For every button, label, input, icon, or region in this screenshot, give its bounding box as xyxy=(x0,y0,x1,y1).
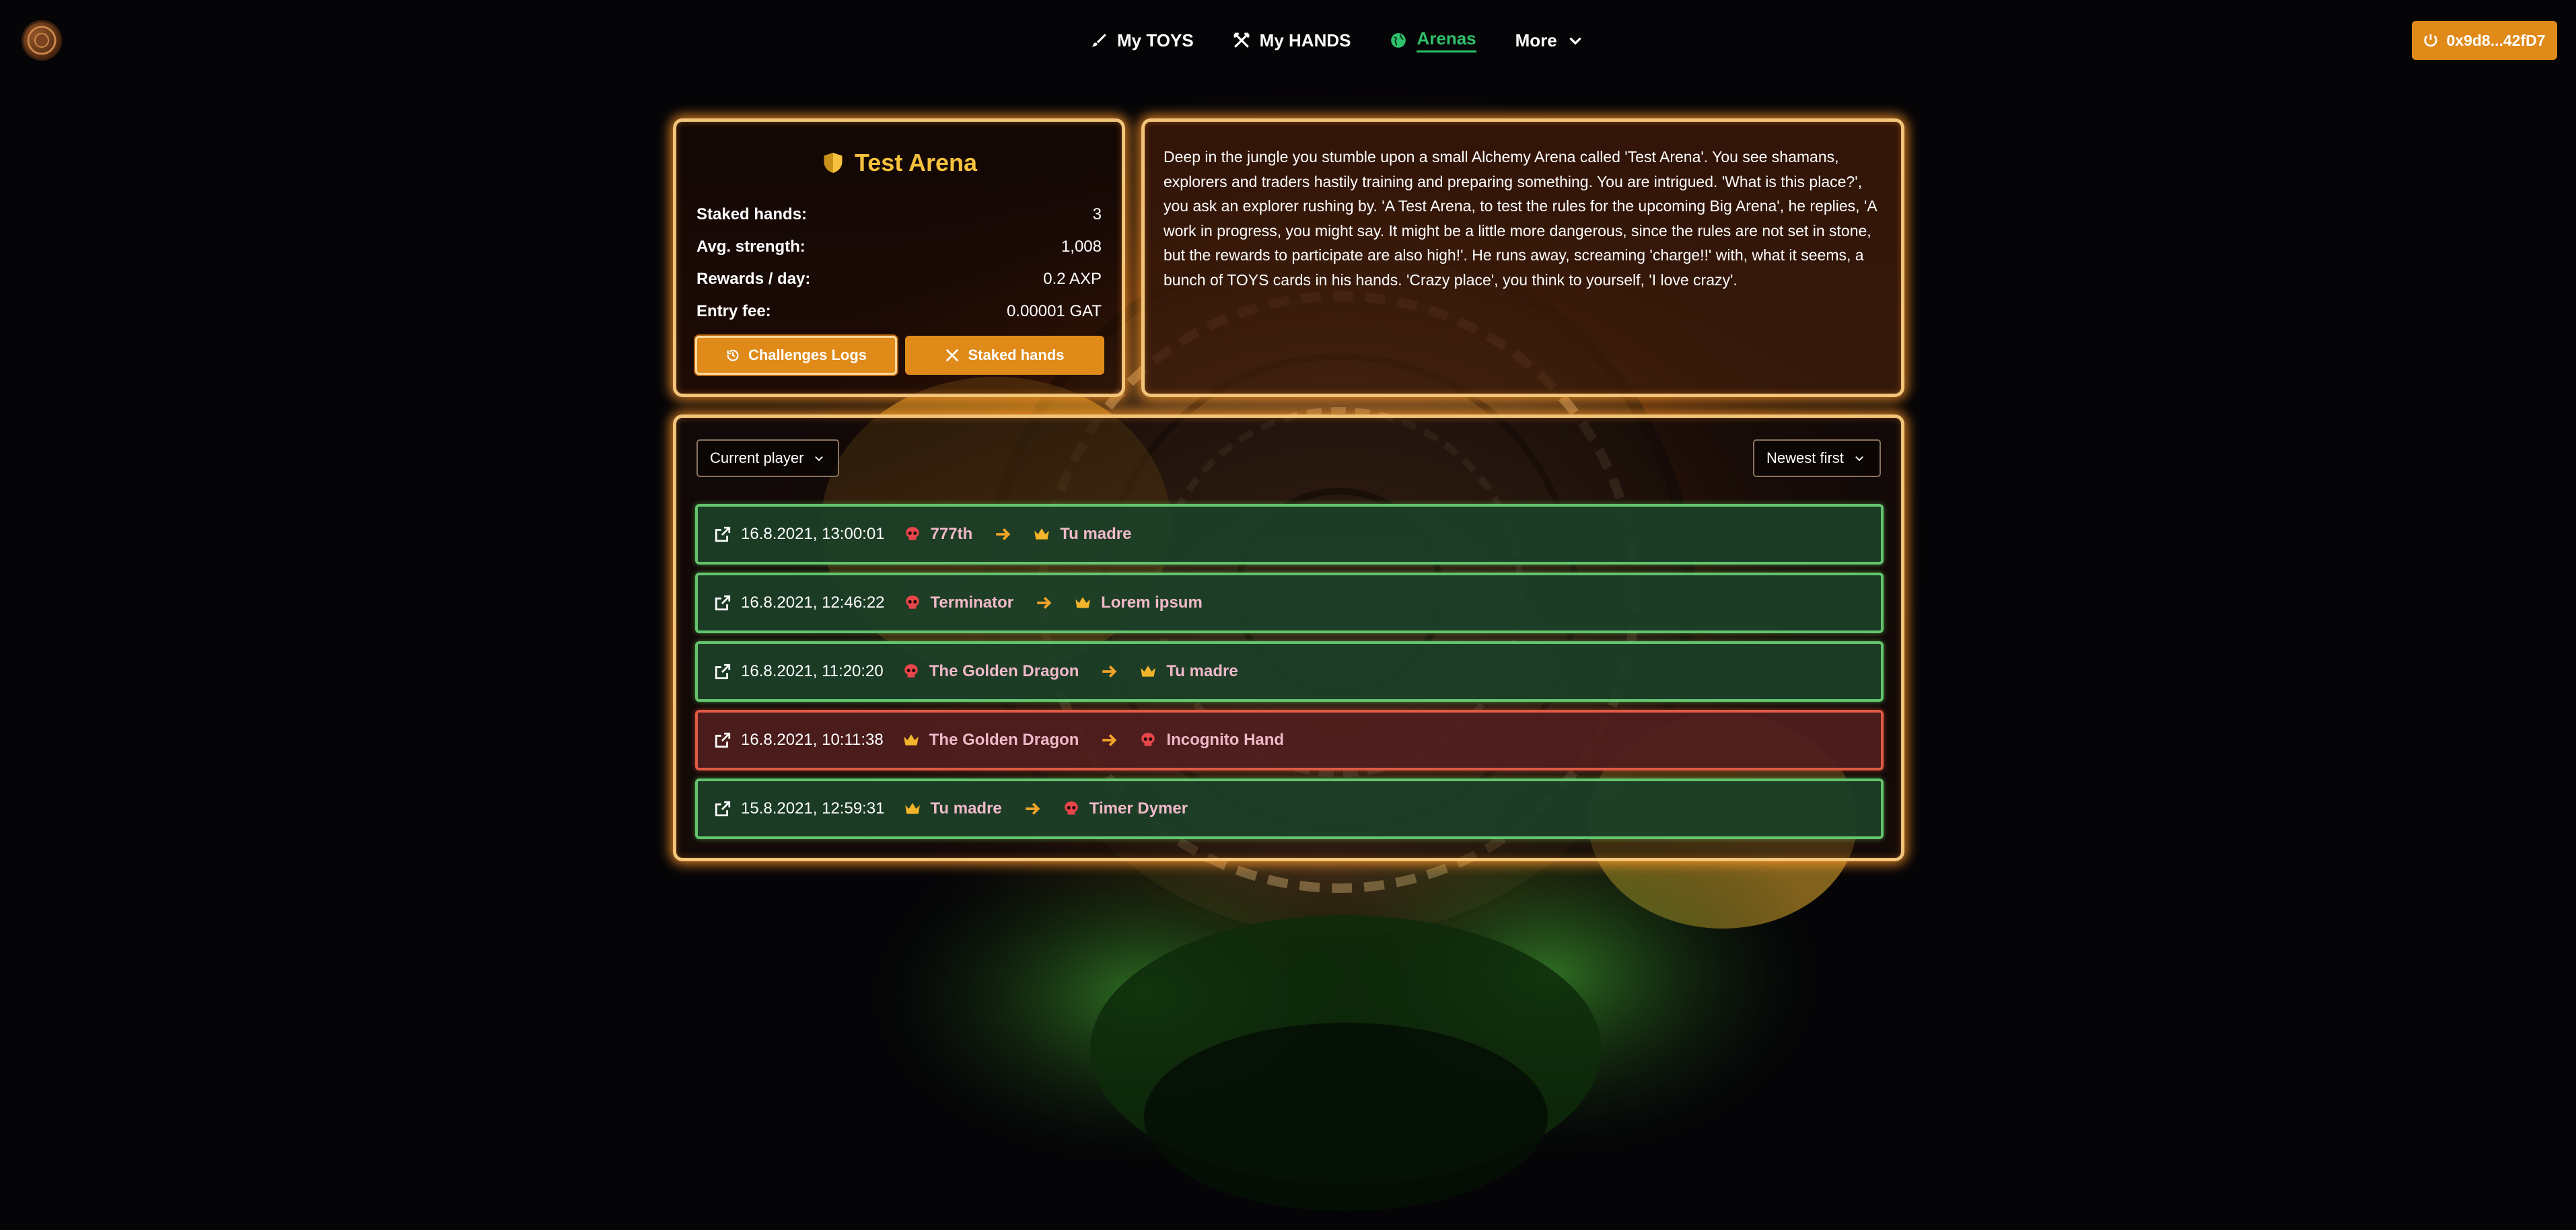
crown-icon xyxy=(1141,665,1156,677)
arena-description-panel: Deep in the jungle you stumble upon a sm… xyxy=(1141,118,1904,397)
crown-icon xyxy=(1075,597,1090,608)
external-link-icon[interactable] xyxy=(714,594,731,612)
nav-label: Arenas xyxy=(1417,28,1476,52)
nav-label: My HANDS xyxy=(1259,30,1351,50)
skull-icon xyxy=(905,595,919,609)
arrow-right-icon xyxy=(996,528,1011,540)
select-value: Newest first xyxy=(1766,449,1844,466)
chevron-down-icon xyxy=(1569,37,1581,45)
challenger-name: Tu madre xyxy=(930,799,1002,818)
chevron-down-icon xyxy=(815,456,824,462)
arena-info-panel: Test Arena Staked hands: 3 Avg. strength… xyxy=(673,118,1125,397)
skull-icon xyxy=(905,527,919,540)
crown-icon xyxy=(1034,528,1050,540)
stat-staked-hands: Staked hands: 3 xyxy=(696,198,1102,231)
sort-order-select[interactable]: Newest first xyxy=(1753,439,1881,477)
crown-icon xyxy=(904,803,920,814)
nav-arenas[interactable]: Arenas xyxy=(1390,28,1476,52)
arrow-right-icon xyxy=(1102,734,1117,746)
defender-name: Tu madre xyxy=(1166,662,1238,680)
nav-label: More xyxy=(1515,30,1557,50)
challenge-time: 16.8.2021, 13:00:01 xyxy=(741,525,885,543)
crossed-swords-icon xyxy=(946,349,959,362)
external-link-icon[interactable] xyxy=(714,526,731,543)
arrow-right-icon xyxy=(1102,665,1117,678)
defender-name: Incognito Hand xyxy=(1166,731,1285,749)
challenge-log-row[interactable]: 16.8.2021, 11:20:20 The Golden Dragon Tu… xyxy=(695,641,1884,702)
stat-value: 0.00001 GAT xyxy=(1007,302,1102,320)
arena-description: Deep in the jungle you stumble upon a sm… xyxy=(1164,148,1877,289)
main-nav: My TOYS My HANDS Arenas More xyxy=(1090,26,1584,55)
challenge-log-row[interactable]: 16.8.2021, 13:00:01 777th Tu madre xyxy=(695,504,1884,565)
stat-label: Entry fee: xyxy=(696,302,771,320)
button-label: Staked hands xyxy=(968,347,1065,363)
challenges-logs-button[interactable]: Challenges Logs xyxy=(695,336,897,375)
challenge-time: 15.8.2021, 12:59:31 xyxy=(741,799,885,818)
brush-icon xyxy=(1092,34,1106,47)
challenger-name: 777th xyxy=(930,525,973,543)
defender-name: Lorem ipsum xyxy=(1101,593,1203,612)
button-label: Challenges Logs xyxy=(748,347,867,363)
stat-value: 1,008 xyxy=(1061,238,1102,256)
site-logo[interactable] xyxy=(22,20,62,61)
wallet-button[interactable]: 0x9d8...42fD7 xyxy=(2412,21,2557,60)
challenger-name: Terminator xyxy=(930,593,1014,612)
stat-label: Rewards / day: xyxy=(696,270,811,288)
defender-name: Timer Dymer xyxy=(1089,799,1188,818)
staked-hands-button[interactable]: Staked hands xyxy=(905,336,1104,375)
challenge-log-row[interactable]: 16.8.2021, 12:46:22 Terminator Lorem ips… xyxy=(695,573,1884,633)
arena-actions: Challenges Logs Staked hands xyxy=(695,336,1104,375)
arrow-right-icon xyxy=(1026,803,1040,815)
challenge-log-row[interactable]: 15.8.2021, 12:59:31 Tu madre Timer Dymer xyxy=(695,779,1884,839)
challenger-name: The Golden Dragon xyxy=(929,662,1079,680)
power-icon xyxy=(2424,34,2438,47)
external-link-icon[interactable] xyxy=(714,800,731,818)
challenge-time: 16.8.2021, 11:20:20 xyxy=(741,662,884,680)
challenge-time: 16.8.2021, 10:11:38 xyxy=(741,731,884,749)
globe-icon xyxy=(1391,33,1406,48)
stat-label: Staked hands: xyxy=(696,205,808,223)
challenge-log-list: 16.8.2021, 13:00:01 777th Tu madre 16.8.… xyxy=(695,504,1884,847)
stat-value: 3 xyxy=(1092,205,1102,223)
player-filter-select[interactable]: Current player xyxy=(696,439,839,477)
arrow-right-icon xyxy=(1037,597,1052,609)
stat-label: Avg. strength: xyxy=(696,238,806,256)
nav-my-hands[interactable]: My HANDS xyxy=(1233,30,1351,51)
challenge-log-row[interactable]: 16.8.2021, 10:11:38 The Golden Dragon In… xyxy=(695,710,1884,770)
arena-title-text: Test Arena xyxy=(854,149,978,176)
defender-name: Tu madre xyxy=(1060,525,1132,543)
shield-icon xyxy=(824,153,843,173)
aztec-logo-icon xyxy=(27,26,57,55)
arena-stats: Staked hands: 3 Avg. strength: 1,008 Rew… xyxy=(696,198,1102,328)
challenge-time: 16.8.2021, 12:46:22 xyxy=(741,593,885,612)
nav-more[interactable]: More xyxy=(1515,30,1584,51)
arena-title: Test Arena xyxy=(676,149,1122,177)
external-link-icon[interactable] xyxy=(714,663,731,680)
skull-icon xyxy=(904,664,918,678)
skull-icon xyxy=(1065,801,1078,815)
challenger-name: The Golden Dragon xyxy=(929,731,1079,749)
select-value: Current player xyxy=(710,449,804,466)
stat-rewards-per-day: Rewards / day: 0.2 AXP xyxy=(696,263,1102,295)
challenges-logs-panel: Current player Newest first 16.8.2021, 1… xyxy=(673,414,1904,861)
stat-avg-strength: Avg. strength: 1,008 xyxy=(696,231,1102,263)
crown-icon xyxy=(903,734,919,746)
history-icon xyxy=(727,349,739,361)
nav-my-toys[interactable]: My TOYS xyxy=(1090,30,1194,51)
nav-label: My TOYS xyxy=(1117,30,1194,50)
crossed-swords-icon xyxy=(1233,32,1250,48)
chevron-down-icon xyxy=(1855,456,1863,462)
skull-icon xyxy=(1141,733,1155,746)
stat-entry-fee: Entry fee: 0.00001 GAT xyxy=(696,295,1102,328)
external-link-icon[interactable] xyxy=(714,731,731,749)
wallet-address: 0x9d8...42fD7 xyxy=(2446,31,2546,49)
stat-value: 0.2 AXP xyxy=(1043,270,1102,288)
